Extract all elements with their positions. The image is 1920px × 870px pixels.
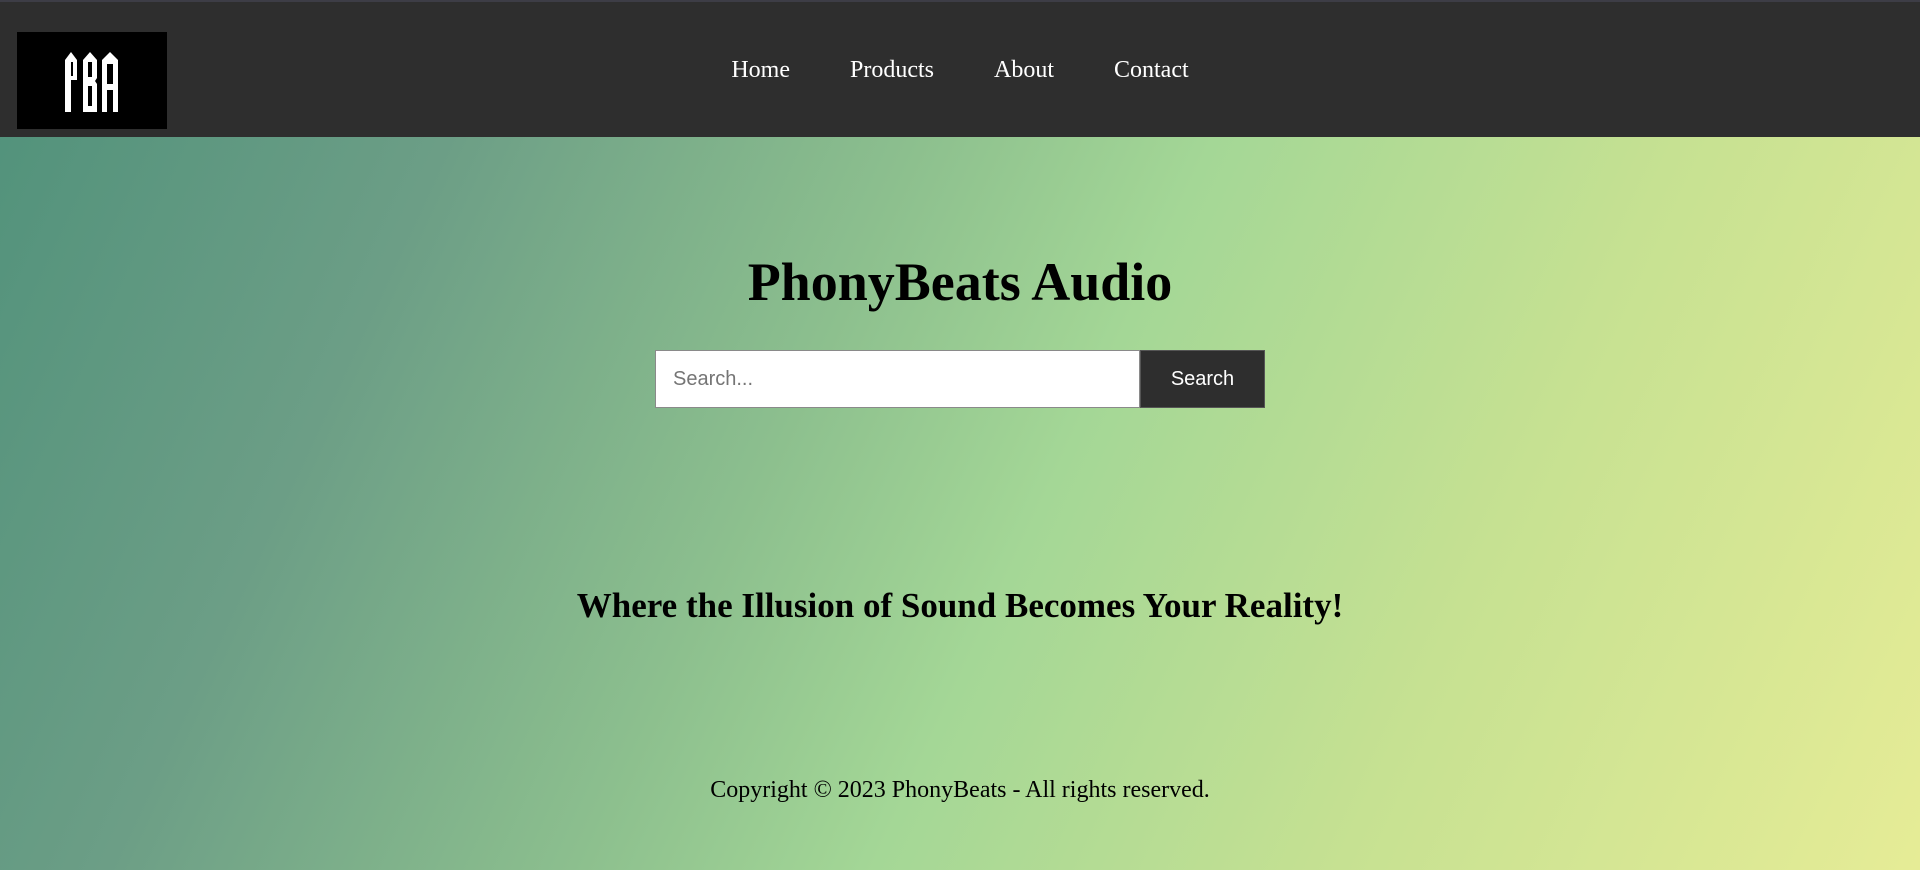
logo[interactable]: [17, 32, 167, 129]
search-input[interactable]: [655, 350, 1140, 408]
site-header: Home Products About Contact: [0, 0, 1920, 137]
footer-copyright: Copyright © 2023 PhonyBeats - All rights…: [710, 777, 1210, 803]
nav-links: Home Products About Contact: [731, 57, 1188, 84]
nav-about-link[interactable]: About: [994, 57, 1054, 84]
search-button[interactable]: Search: [1140, 350, 1265, 408]
nav-contact-link[interactable]: Contact: [1114, 57, 1189, 84]
nav-home-link[interactable]: Home: [731, 57, 790, 84]
main-nav: Home Products About Contact: [0, 2, 1920, 139]
tagline: Where the Illusion of Sound Becomes Your…: [576, 586, 1344, 625]
search-bar: Search: [655, 350, 1265, 408]
pba-logo-icon: [65, 51, 118, 112]
page-title: PhonyBeats Audio: [747, 252, 1173, 312]
nav-products-link[interactable]: Products: [850, 57, 934, 84]
